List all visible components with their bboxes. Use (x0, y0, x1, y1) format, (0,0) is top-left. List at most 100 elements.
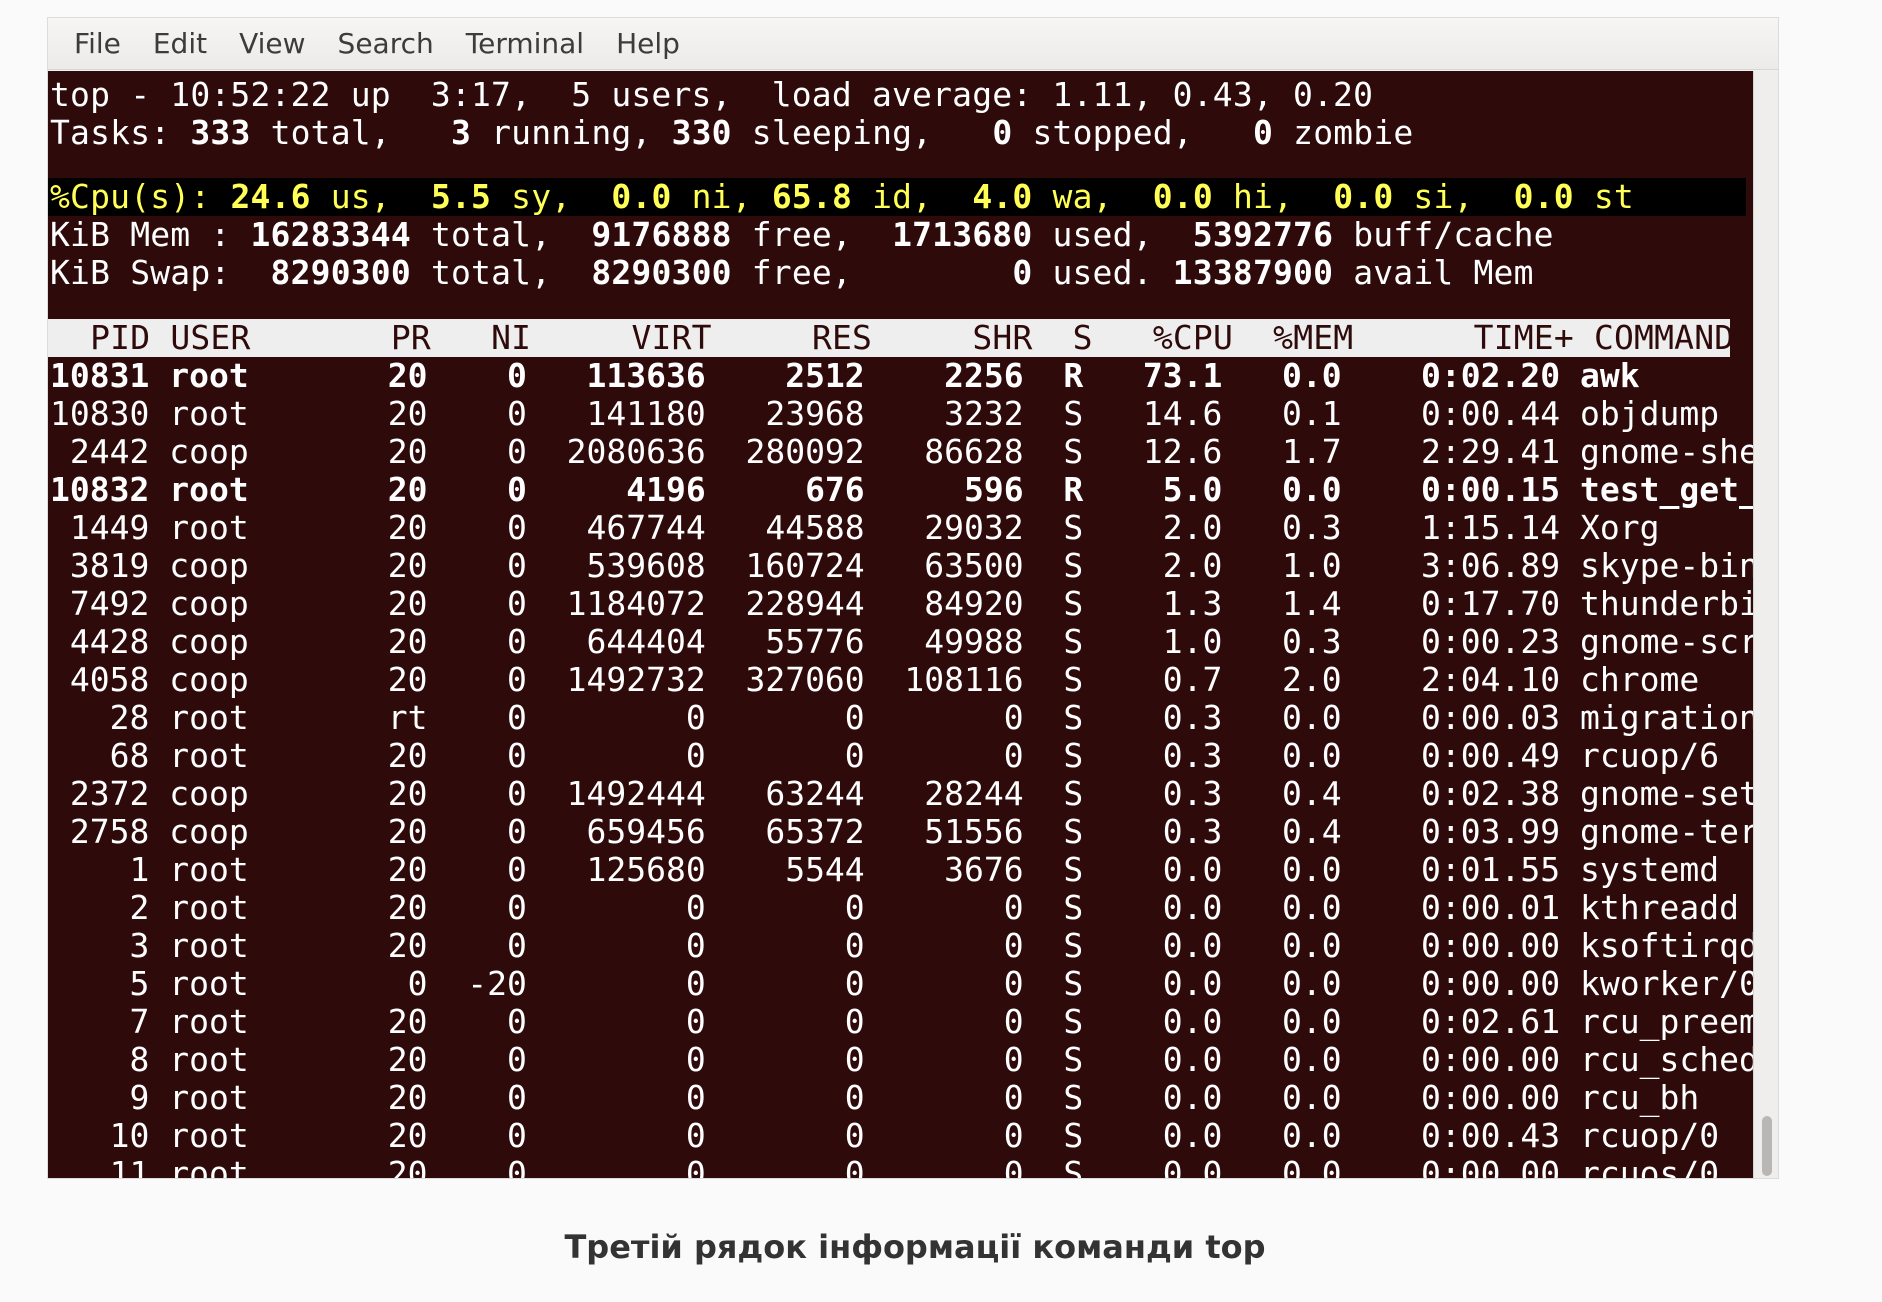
cell-cpu: 0.0 (1103, 888, 1223, 927)
menu-file[interactable]: File (58, 18, 137, 70)
process-row: 28 root rt 0 0 0 0 S 0.3 0.0 0:00.03 mig… (50, 699, 1753, 737)
terminal-output[interactable]: top - 10:52:22 up 3:17, 5 users, load av… (48, 71, 1753, 1178)
cell-mem: 0.0 (1242, 736, 1342, 775)
cell-res: 5544 (725, 850, 865, 889)
cell-mem: 0.4 (1242, 774, 1342, 813)
cell-virt: 1492732 (546, 660, 706, 699)
cell-cmd: ksoftirqd/0 (1580, 926, 1753, 965)
cell-pr: 20 (348, 1116, 428, 1155)
cell-user: root (169, 508, 329, 547)
cell-pid: 2372 (50, 774, 150, 813)
cell-time: 0:00.01 (1361, 888, 1561, 927)
cell-shr: 3676 (884, 850, 1024, 889)
cell-cpu: 1.0 (1103, 622, 1223, 661)
cell-time: 0:00.03 (1361, 698, 1561, 737)
cell-time: 0:00.00 (1361, 1154, 1561, 1179)
mem-label: KiB Mem : (50, 215, 231, 254)
cell-user: root (169, 1116, 329, 1155)
cpu-ni: 0.0 (611, 177, 672, 216)
cell-shr: 108116 (884, 660, 1024, 699)
process-row: 11 root 20 0 0 0 0 S 0.0 0.0 0:00.00 rcu… (50, 1154, 1720, 1179)
cell-ni: 0 (447, 432, 527, 471)
cell-cmd: awk (1580, 356, 1640, 395)
cell-ni: 0 (447, 470, 527, 509)
cell-pr: 20 (348, 622, 428, 661)
cell-time: 0:17.70 (1361, 584, 1561, 623)
menu-terminal[interactable]: Terminal (450, 18, 600, 70)
cell-mem: 1.0 (1242, 546, 1342, 585)
cell-cmd: rcu_preempt (1580, 1002, 1753, 1041)
cell-res: 55776 (725, 622, 865, 661)
cell-user: root (169, 1078, 329, 1117)
scrollbar-thumb[interactable] (1762, 1116, 1772, 1176)
menu-help[interactable]: Help (600, 18, 696, 70)
cell-s: S (1043, 508, 1084, 547)
cell-pid: 4058 (50, 660, 150, 699)
menu-search[interactable]: Search (322, 18, 450, 70)
cell-mem: 0.0 (1242, 698, 1342, 737)
cell-cpu: 0.0 (1103, 850, 1223, 889)
process-row: 3 root 20 0 0 0 0 S 0.0 0.0 0:00.00 ksof… (50, 927, 1753, 965)
cell-pr: 20 (348, 394, 428, 433)
cell-user: coop (169, 774, 329, 813)
cell-virt: 141180 (546, 394, 706, 433)
cell-pid: 28 (50, 698, 150, 737)
tasks-total-label: total, (250, 113, 391, 152)
column-header-shr: SHR (892, 318, 1033, 357)
cell-cpu: 0.0 (1103, 1002, 1223, 1041)
cell-res: 0 (725, 1154, 865, 1179)
column-header-pid: PID (50, 318, 151, 357)
cell-s: S (1043, 736, 1084, 775)
cell-pr: 20 (348, 432, 428, 471)
cpu-hi: 0.0 (1152, 177, 1213, 216)
cell-cmd: kworker/0:0H (1580, 964, 1753, 1003)
cell-shr: 84920 (884, 584, 1024, 623)
cell-pr: 20 (348, 508, 428, 547)
cell-pid: 2 (50, 888, 150, 927)
cell-ni: 0 (447, 736, 527, 775)
cell-pid: 8 (50, 1040, 150, 1079)
cell-pr: 20 (348, 1078, 428, 1117)
column-header-res: RES (731, 318, 873, 357)
cell-user: root (169, 356, 329, 395)
cell-cmd: skype-bin (1580, 546, 1753, 585)
menu-bar: File Edit View Search Terminal Help (48, 18, 1778, 70)
cell-user: root (169, 926, 329, 965)
cell-cpu: 0.0 (1103, 926, 1223, 965)
process-row: 7 root 20 0 0 0 0 S 0.0 0.0 0:02.61 rcu_… (50, 1003, 1753, 1041)
cell-user: coop (169, 432, 329, 471)
tasks-stopped-label: stopped, (1012, 113, 1193, 152)
cell-time: 0:02.61 (1361, 1002, 1561, 1041)
cell-cmd: test_get_len (1580, 470, 1753, 509)
menu-edit[interactable]: Edit (137, 18, 223, 70)
column-header-s: S (1052, 318, 1093, 357)
cell-res: 676 (725, 470, 865, 509)
cell-pid: 9 (50, 1078, 150, 1117)
mem-used: 1713680 (892, 215, 1033, 254)
cell-time: 0:00.44 (1361, 394, 1561, 433)
cell-shr: 63500 (884, 546, 1024, 585)
process-row: 8 root 20 0 0 0 0 S 0.0 0.0 0:00.00 rcu_… (50, 1041, 1753, 1079)
cell-user: root (169, 888, 329, 927)
cell-cmd: rcuos/0 (1580, 1154, 1720, 1179)
cell-virt: 1184072 (546, 584, 706, 623)
cell-shr: 28244 (884, 774, 1024, 813)
cell-pr: 20 (348, 546, 428, 585)
cell-res: 0 (725, 888, 865, 927)
cell-user: coop (169, 584, 329, 623)
cell-pr: 20 (348, 774, 428, 813)
cell-cpu: 0.3 (1103, 774, 1223, 813)
tasks-total: 333 (190, 113, 251, 152)
menu-view[interactable]: View (223, 18, 321, 70)
cell-cmd: rcuop/6 (1580, 736, 1720, 775)
column-header-pr: PR (350, 318, 431, 357)
cell-shr: 51556 (884, 812, 1024, 851)
cell-cmd: gnome-terminal- (1580, 812, 1753, 851)
cell-pid: 10830 (50, 394, 150, 433)
cell-s: S (1043, 774, 1084, 813)
cell-mem: 2.0 (1242, 660, 1342, 699)
cell-virt: 0 (546, 698, 706, 737)
vertical-scrollbar[interactable] (1753, 71, 1778, 1178)
cell-cpu: 1.3 (1103, 584, 1223, 623)
cell-shr: 0 (884, 1116, 1024, 1155)
